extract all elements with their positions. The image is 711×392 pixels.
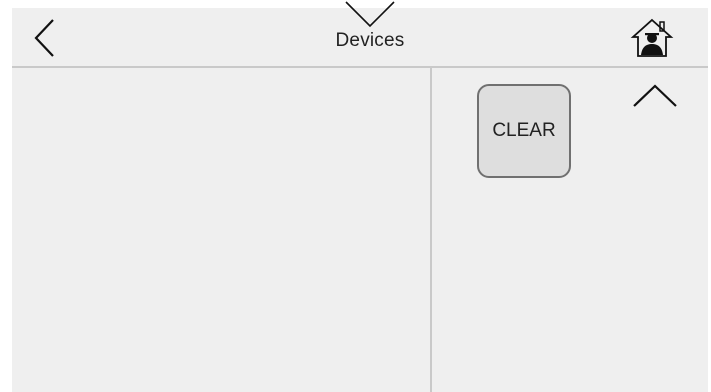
back-button[interactable]: [28, 16, 62, 60]
scroll-up-button[interactable]: [630, 82, 680, 112]
chevron-down-icon: [345, 1, 395, 28]
home-user-icon: [630, 18, 674, 57]
chevron-up-icon: [633, 84, 677, 107]
page-title: Devices: [335, 30, 405, 51]
pull-down-tab[interactable]: [343, 0, 397, 30]
clear-button[interactable]: CLEAR: [477, 84, 571, 178]
chevron-left-icon: [34, 19, 54, 57]
side-panel: CLEAR: [432, 68, 708, 392]
top-bar: Devices: [12, 1, 708, 66]
home-button[interactable]: [629, 17, 675, 59]
device-list-panel: [12, 68, 430, 392]
devices-screen: Devices CLEAR: [12, 1, 708, 392]
